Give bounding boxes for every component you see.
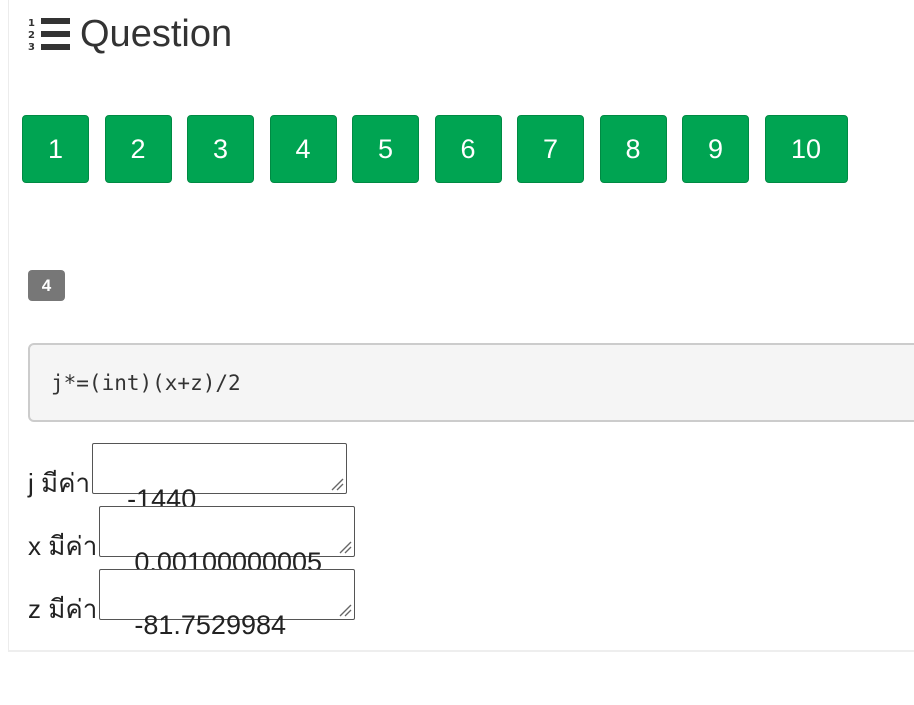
question-button-5[interactable]: 5 (352, 115, 419, 183)
variable-input-z[interactable]: -81.7529984 (99, 569, 356, 640)
resize-grip-icon[interactable] (338, 603, 352, 617)
question-button-8[interactable]: 8 (599, 115, 667, 183)
code-statement: j*=(int)(x+z)/2 (51, 370, 241, 395)
resize-grip-icon[interactable] (338, 540, 352, 554)
page-header: 1 2 3 Question (28, 12, 232, 56)
variable-row-x: x มีค่า 0.00100000005 (28, 506, 356, 577)
question-button-1[interactable]: 1 (22, 115, 89, 183)
question-button-10[interactable]: 10 (764, 115, 848, 183)
question-button-4[interactable]: 4 (269, 115, 337, 183)
question-button-7[interactable]: 7 (517, 115, 584, 183)
question-button-6[interactable]: 6 (434, 115, 502, 183)
question-button-9[interactable]: 9 (682, 115, 749, 183)
question-button-3[interactable]: 3 (187, 115, 254, 183)
variable-label-z: z มีค่า (28, 594, 98, 624)
variable-label-x: x มีค่า (28, 531, 98, 561)
svg-text:2: 2 (28, 30, 35, 41)
question-number-badge: 4 (28, 270, 65, 301)
page-title: Question (80, 13, 233, 55)
variable-label-j: j มีค่า (28, 468, 91, 498)
variable-row-j: j มีค่า -1440 (28, 443, 348, 514)
question-button-2[interactable]: 2 (104, 115, 172, 183)
question-navigation: 1 2 3 4 5 6 7 8 9 10 (22, 115, 863, 183)
list-ol-icon: 1 2 3 (28, 18, 70, 52)
variable-row-z: z มีค่า -81.7529984 (28, 569, 356, 640)
svg-text:3: 3 (28, 42, 35, 52)
variable-input-x[interactable]: 0.00100000005 (99, 506, 356, 577)
variable-input-j[interactable]: -1440 (92, 443, 348, 514)
code-block: j*=(int)(x+z)/2 (28, 343, 914, 422)
resize-grip-icon[interactable] (330, 477, 344, 491)
svg-text:1: 1 (28, 18, 35, 29)
variable-value-z: -81.7529984 (134, 610, 287, 640)
